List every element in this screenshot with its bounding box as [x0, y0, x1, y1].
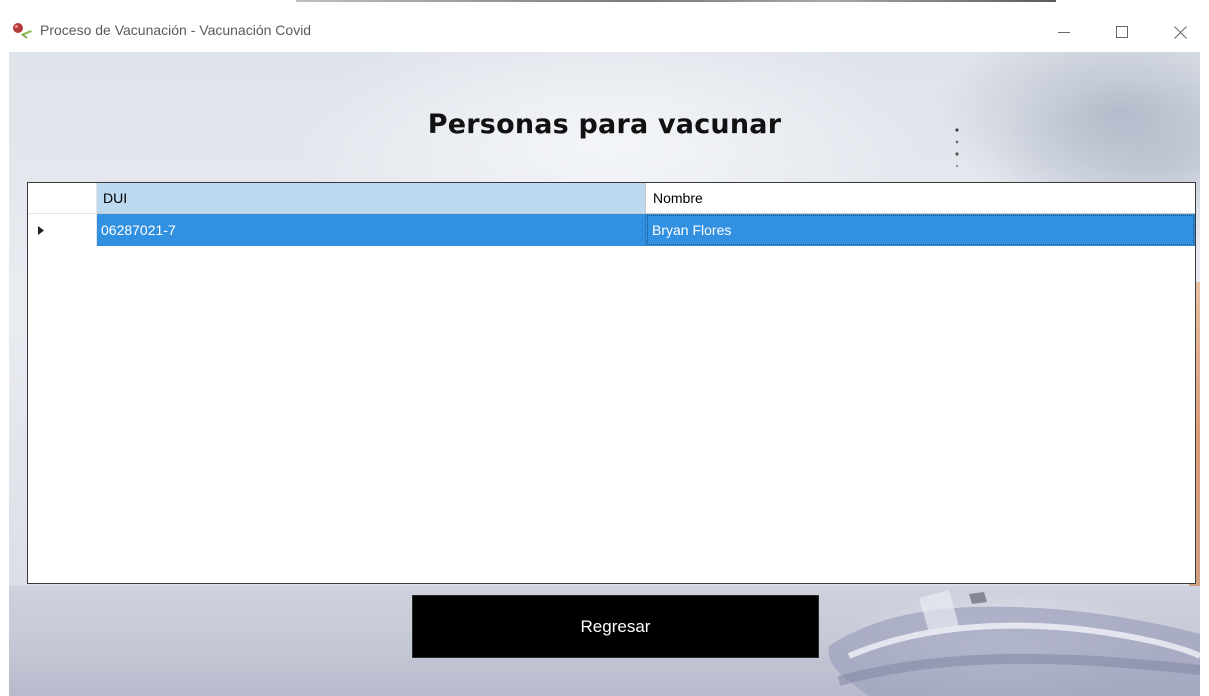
- grid-corner-header[interactable]: [28, 183, 97, 214]
- back-button[interactable]: Regresar: [412, 595, 819, 658]
- vaccine-app-icon: [13, 23, 32, 39]
- current-row-arrow-icon: [38, 225, 44, 235]
- row-header[interactable]: [28, 214, 97, 246]
- window-title-bar[interactable]: Proceso de Vacunación - Vacunación Covid: [0, 0, 1209, 52]
- cell-dui[interactable]: 06287021-7: [97, 214, 646, 246]
- window-title: Proceso de Vacunación - Vacunación Covid: [40, 22, 312, 38]
- grid-header-row: DUI Nombre: [28, 183, 1195, 214]
- maximize-icon: [1116, 26, 1128, 38]
- minimize-button[interactable]: [1041, 14, 1087, 50]
- background-gloved-hands: [828, 590, 1200, 696]
- table-row[interactable]: 06287021-7 Bryan Flores: [28, 214, 1195, 246]
- close-icon: [1173, 25, 1187, 39]
- people-data-grid[interactable]: DUI Nombre 06287021-7 Bryan Flores: [27, 182, 1196, 584]
- form-client-area: Personas para vacunar DUI Nombre 0628702…: [9, 52, 1200, 696]
- column-header-nombre[interactable]: Nombre: [646, 183, 1195, 214]
- cell-nombre[interactable]: Bryan Flores: [646, 214, 1195, 246]
- page-title: Personas para vacunar: [427, 109, 782, 140]
- title-bar-accent-line: [296, 0, 1056, 2]
- close-button[interactable]: [1157, 14, 1203, 50]
- minimize-icon: [1058, 32, 1070, 33]
- column-header-dui[interactable]: DUI: [97, 183, 646, 214]
- maximize-button[interactable]: [1099, 14, 1145, 50]
